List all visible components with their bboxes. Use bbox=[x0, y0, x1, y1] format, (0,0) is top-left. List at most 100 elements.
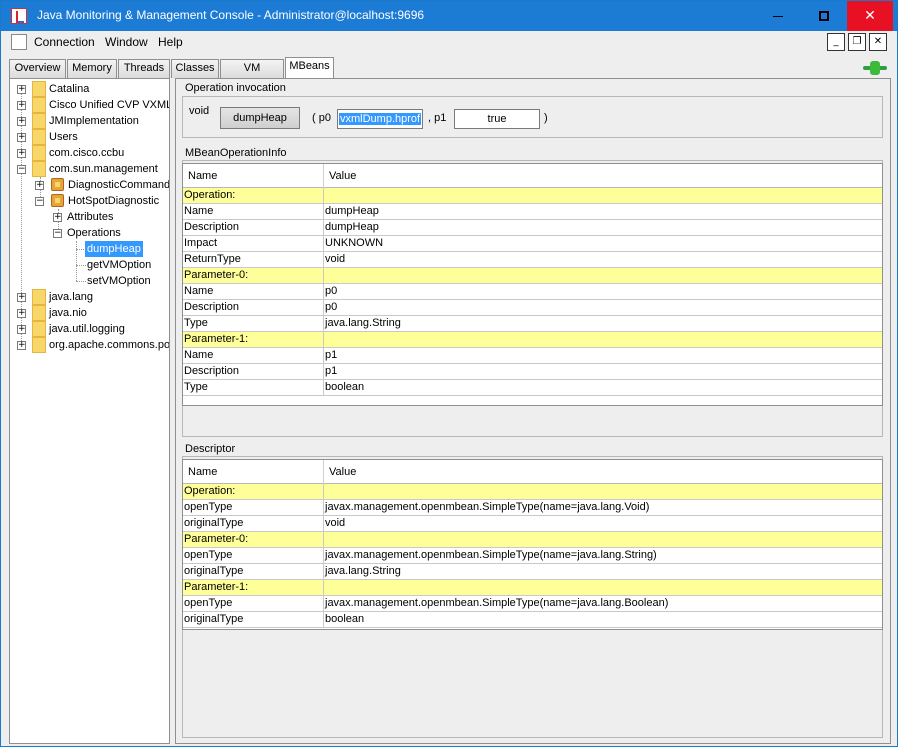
p1-input[interactable]: true bbox=[454, 109, 540, 129]
tab-classes[interactable]: Classes bbox=[171, 59, 219, 78]
table-row[interactable]: openType javax.management.openmbean.Simpl… bbox=[183, 548, 882, 564]
table-row[interactable]: openType javax.management.openmbean.Simpl… bbox=[183, 596, 882, 612]
tree-node-org-apache-commons[interactable]: org.apache.commons.po bbox=[49, 337, 169, 353]
cell-value: p0 bbox=[325, 285, 338, 297]
tab-memory[interactable]: Memory bbox=[67, 59, 117, 78]
close-paren: ) bbox=[544, 112, 548, 124]
tab-threads[interactable]: Threads bbox=[118, 59, 170, 78]
table-row[interactable]: Name dumpHeap bbox=[183, 204, 882, 220]
cell-value bbox=[324, 188, 882, 203]
table-row[interactable]: Parameter-0: bbox=[183, 532, 882, 548]
tree-node-dumpheap[interactable]: dumpHeap bbox=[85, 241, 143, 257]
table-header: Name Value bbox=[183, 460, 882, 484]
cell-value: void bbox=[325, 253, 346, 265]
window-title: Java Monitoring & Management Console - A… bbox=[37, 8, 425, 22]
column-header-name[interactable]: Name bbox=[183, 164, 324, 188]
column-header-value[interactable]: Value bbox=[324, 164, 882, 188]
table-row[interactable]: openType javax.management.openmbean.Simpl… bbox=[183, 500, 882, 516]
table-row[interactable]: Description p1 bbox=[183, 364, 882, 380]
cell-name: originalType bbox=[183, 564, 324, 579]
tree-node-java-util-logging[interactable]: java.util.logging bbox=[49, 321, 125, 337]
minimize-button[interactable] bbox=[755, 1, 801, 31]
menu-help[interactable]: Help bbox=[158, 35, 183, 49]
return-type-label: void bbox=[189, 105, 210, 117]
table-row[interactable]: originalType void bbox=[183, 516, 882, 532]
mbean-tree[interactable]: + Catalina + Cisco Unified CVP VXML S + … bbox=[9, 78, 170, 744]
table-row[interactable]: Description p0 bbox=[183, 300, 882, 316]
title-bar[interactable]: Java Monitoring & Management Console - A… bbox=[1, 1, 897, 31]
table-row[interactable]: Parameter-1: bbox=[183, 332, 882, 348]
table-row[interactable]: Type java.lang.String bbox=[183, 316, 882, 332]
expand-icon[interactable]: + bbox=[17, 149, 26, 158]
connection-status-icon[interactable] bbox=[863, 61, 887, 75]
table-row[interactable]: ReturnType void bbox=[183, 252, 882, 268]
expand-icon[interactable]: + bbox=[17, 341, 26, 350]
inner-restore-button[interactable]: ❐ bbox=[848, 33, 866, 51]
expand-icon[interactable]: + bbox=[17, 133, 26, 142]
inner-close-button[interactable]: ✕ bbox=[869, 33, 887, 51]
expand-icon[interactable]: + bbox=[17, 117, 26, 126]
operation-info-table[interactable]: Name Value Operation: Name dumpHeap Descrip… bbox=[182, 163, 883, 406]
menu-connection[interactable]: Connection bbox=[34, 35, 95, 49]
tree-node-attributes[interactable]: Attributes bbox=[67, 209, 113, 225]
table-row[interactable]: Name p0 bbox=[183, 284, 882, 300]
descriptor-table[interactable]: Name Value Operation: openType javax.manag… bbox=[182, 459, 883, 630]
cell-name: ReturnType bbox=[183, 252, 324, 267]
menu-window[interactable]: Window bbox=[105, 35, 148, 49]
expand-icon[interactable]: + bbox=[17, 293, 26, 302]
table-row[interactable]: originalType boolean bbox=[183, 612, 882, 628]
expand-icon[interactable]: + bbox=[17, 101, 26, 110]
table-row[interactable]: Impact UNKNOWN bbox=[183, 236, 882, 252]
console-icon bbox=[11, 34, 27, 50]
cell-value bbox=[324, 580, 882, 595]
cell-value: boolean bbox=[325, 381, 365, 393]
inner-minimize-button[interactable]: _ bbox=[827, 33, 845, 51]
table-row[interactable]: Operation: bbox=[183, 484, 882, 500]
tree-node-getvmoption[interactable]: getVMOption bbox=[87, 257, 151, 273]
tree-node-setvmoption[interactable]: setVMOption bbox=[87, 273, 151, 289]
table-row[interactable]: Description dumpHeap bbox=[183, 220, 882, 236]
column-header-name[interactable]: Name bbox=[183, 460, 324, 484]
tree-node-java-lang[interactable]: java.lang bbox=[49, 289, 93, 305]
invoke-dumpheap-button[interactable]: dumpHeap bbox=[220, 107, 300, 129]
column-header-value[interactable]: Value bbox=[324, 460, 882, 484]
p0-input[interactable]: vxmlDump.hprof bbox=[337, 109, 423, 129]
expand-icon[interactable]: + bbox=[17, 309, 26, 318]
maximize-button[interactable] bbox=[801, 1, 847, 31]
table-row[interactable]: Operation: bbox=[183, 188, 882, 204]
table-row[interactable]: Parameter-0: bbox=[183, 268, 882, 284]
close-icon: ✕ bbox=[864, 8, 876, 24]
tree-node-users[interactable]: Users bbox=[49, 129, 78, 145]
tree-node-catalina[interactable]: Catalina bbox=[49, 81, 89, 97]
collapse-icon[interactable]: − bbox=[53, 229, 62, 238]
tab-mbeans[interactable]: MBeans bbox=[285, 57, 334, 78]
close-button[interactable]: ✕ bbox=[847, 1, 893, 31]
folder-icon bbox=[32, 321, 46, 337]
collapse-icon[interactable]: − bbox=[17, 165, 26, 174]
expand-icon[interactable]: + bbox=[17, 85, 26, 94]
tree-node-com-cisco-ccbu[interactable]: com.cisco.ccbu bbox=[49, 145, 124, 161]
tree-node-java-nio[interactable]: java.nio bbox=[49, 305, 87, 321]
tree-node-hotspot-diagnostic[interactable]: HotSpotDiagnostic bbox=[68, 193, 159, 209]
cell-value bbox=[324, 484, 882, 499]
table-row[interactable]: Name p1 bbox=[183, 348, 882, 364]
operation-invocation-title: Operation invocation bbox=[183, 82, 288, 94]
tab-vm-summary[interactable]: VM Summary bbox=[220, 59, 284, 91]
tree-node-com-sun-management[interactable]: com.sun.management bbox=[49, 161, 158, 177]
tree-node-cisco-cvp[interactable]: Cisco Unified CVP VXML S bbox=[49, 97, 169, 113]
expand-icon[interactable]: + bbox=[17, 325, 26, 334]
collapse-icon[interactable]: − bbox=[35, 197, 44, 206]
tree-node-diagnostic-command[interactable]: DiagnosticCommand bbox=[68, 177, 169, 193]
folder-icon bbox=[32, 161, 46, 177]
expand-icon[interactable]: + bbox=[35, 181, 44, 190]
tab-overview[interactable]: Overview bbox=[9, 59, 66, 78]
table-row[interactable]: Type boolean bbox=[183, 380, 882, 396]
tree-node-jmimplementation[interactable]: JMImplementation bbox=[49, 113, 139, 129]
cell-value: boolean bbox=[325, 613, 365, 625]
cell-name: Name bbox=[183, 204, 324, 219]
tree-node-operations[interactable]: Operations bbox=[67, 225, 121, 241]
tree-guide bbox=[76, 281, 86, 282]
table-row[interactable]: Parameter-1: bbox=[183, 580, 882, 596]
expand-icon[interactable]: + bbox=[53, 213, 62, 222]
table-row[interactable]: originalType java.lang.String bbox=[183, 564, 882, 580]
